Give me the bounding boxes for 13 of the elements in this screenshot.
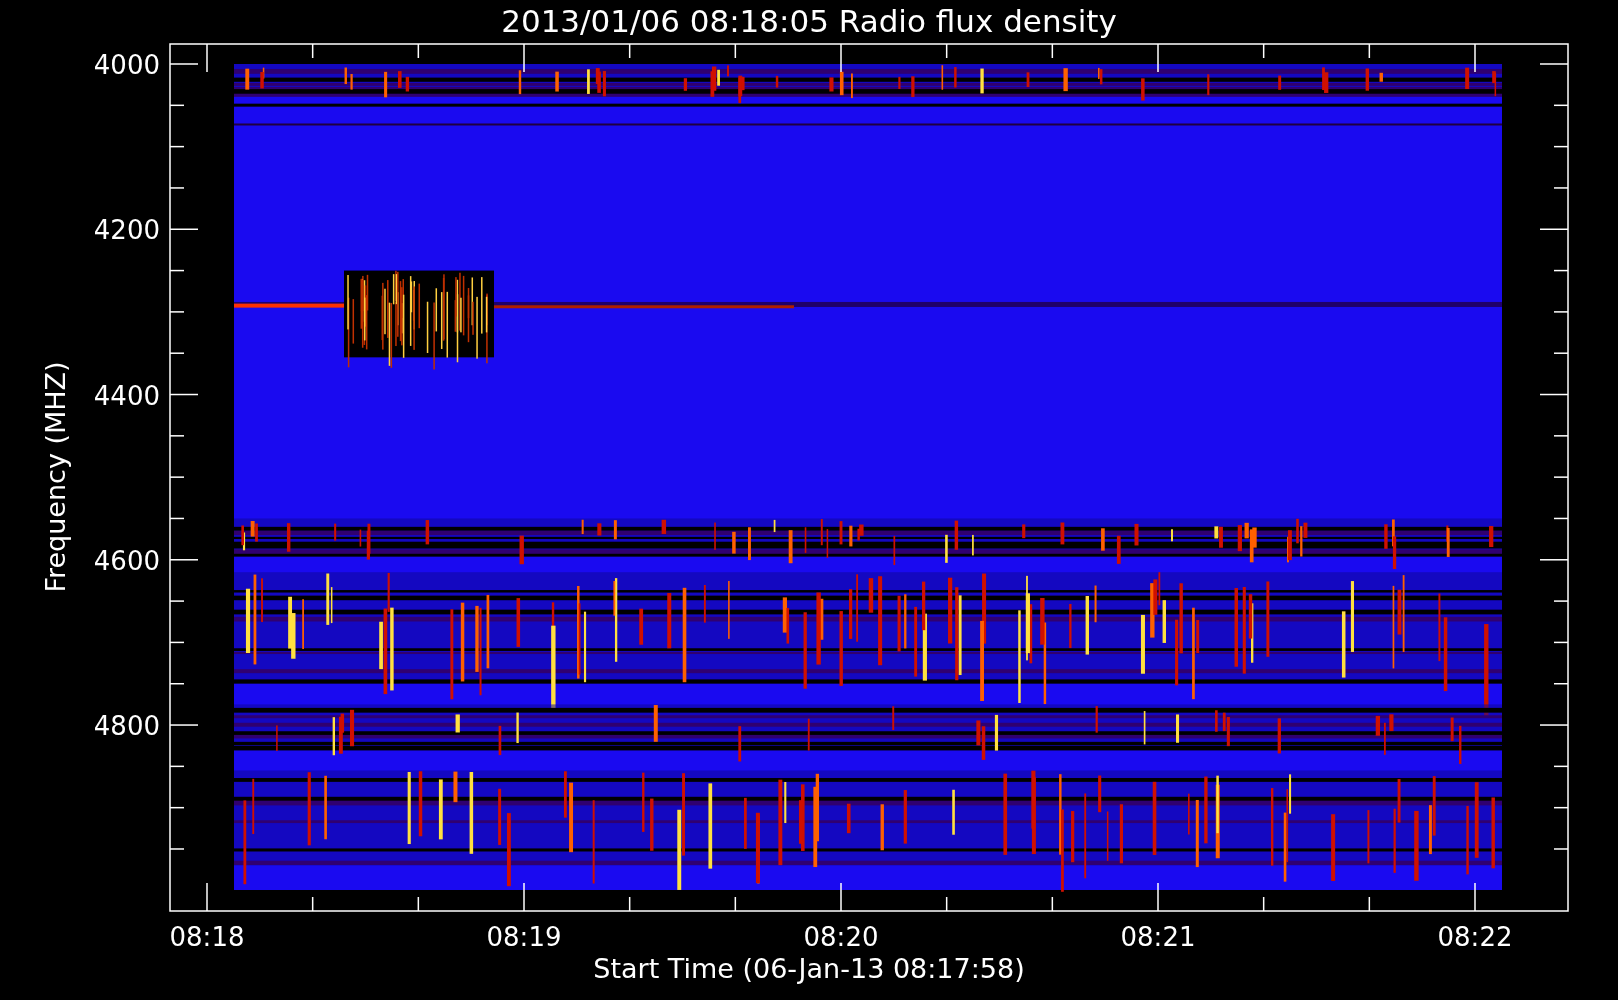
axis-label: Frequency (MHZ) <box>40 361 71 593</box>
tick-label: 08:22 <box>1437 922 1513 952</box>
tick-label: 08:21 <box>1120 922 1196 952</box>
tick-label: 08:20 <box>803 922 879 952</box>
tick-label: 4000 <box>93 50 160 80</box>
plot-title: 2013/01/06 08:18:05 Radio flux density <box>501 3 1117 39</box>
tick-label: 08:18 <box>169 922 245 952</box>
tick-label: 4200 <box>93 215 160 246</box>
tick-label: 08:19 <box>486 922 562 952</box>
tick-label: 4800 <box>93 711 160 742</box>
tick-label: 4600 <box>93 545 160 576</box>
tick-label: 4400 <box>93 380 160 411</box>
axis-label: Start Time (06-Jan-13 08:17:58) <box>593 953 1025 984</box>
